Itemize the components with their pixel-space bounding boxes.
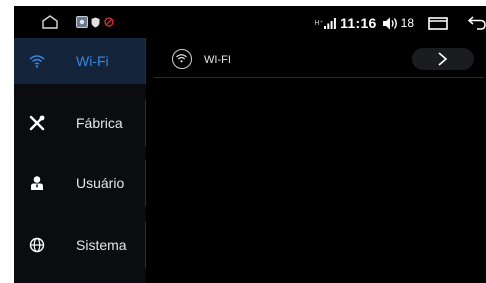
sidebar-item-system[interactable]: Sistema xyxy=(14,222,146,268)
status-right: H⁺ 11:16 18 xyxy=(314,14,486,32)
gallery-icon xyxy=(76,16,88,28)
wifi-row-label: WI-FI xyxy=(204,54,231,66)
sidebar-item-wifi[interactable]: Wi-Fi xyxy=(14,38,146,84)
network-type-label: H⁺ xyxy=(314,20,324,27)
wifi-badge-icon xyxy=(172,49,192,69)
chevron-right-icon xyxy=(438,52,448,66)
status-bar: H⁺ 11:16 18 xyxy=(14,6,486,38)
sidebar-item-label: Usuário xyxy=(76,175,125,191)
settings-sidebar: Wi-Fi Fábrica Usuário Sistema xyxy=(14,38,146,283)
clock: 11:16 xyxy=(340,15,377,31)
sidebar-item-label: Fábrica xyxy=(76,115,123,131)
back-icon[interactable] xyxy=(468,16,486,30)
screen: H⁺ 11:16 18 Wi-Fi Fábrica Usuário Sistem… xyxy=(14,6,486,283)
volume-level: 18 xyxy=(400,16,414,30)
globe-icon xyxy=(28,236,46,254)
signal-icon xyxy=(324,17,336,29)
recent-apps-icon[interactable] xyxy=(428,16,448,30)
wifi-open-button[interactable] xyxy=(412,48,474,70)
sidebar-item-label: Sistema xyxy=(76,237,127,253)
volume-icon xyxy=(382,17,399,30)
wifi-icon xyxy=(28,52,46,70)
sidebar-item-factory[interactable]: Fábrica xyxy=(14,100,146,146)
shield-icon xyxy=(91,17,100,28)
wifi-setting-row[interactable]: WI-FI xyxy=(164,46,474,78)
settings-content: WI-FI xyxy=(146,38,486,283)
user-icon xyxy=(28,174,46,192)
status-left xyxy=(42,15,114,29)
home-icon[interactable] xyxy=(42,15,58,29)
sidebar-item-label: Wi-Fi xyxy=(76,53,109,69)
blocked-icon xyxy=(104,17,114,27)
tools-icon xyxy=(28,114,46,132)
row-divider xyxy=(154,77,484,78)
sidebar-item-user[interactable]: Usuário xyxy=(14,160,146,206)
